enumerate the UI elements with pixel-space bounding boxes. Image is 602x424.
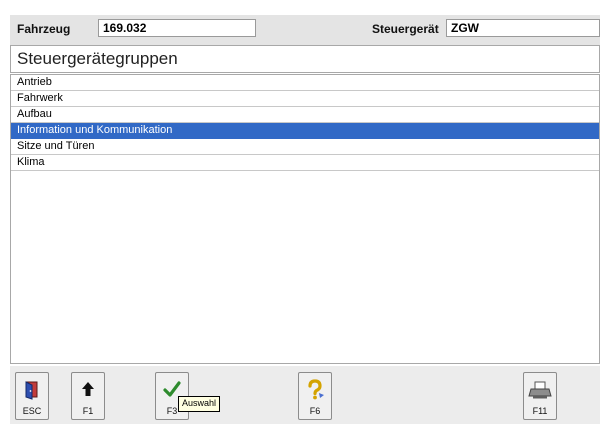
list-item-antrieb[interactable]: Antrieb	[11, 75, 599, 91]
control-unit-field: ZGW	[446, 19, 600, 37]
printer-icon	[528, 381, 552, 399]
panel-title: Steuergerätegruppen	[10, 45, 600, 73]
help-question-icon	[308, 379, 324, 400]
esc-button[interactable]: ESC	[15, 372, 49, 420]
vehicle-field: 169.032	[98, 19, 256, 37]
esc-key-label: ESC	[22, 406, 42, 416]
f6-button[interactable]: F6	[298, 372, 332, 420]
f11-button[interactable]: F11	[523, 372, 557, 420]
arrow-up-icon	[82, 382, 94, 396]
list-item-fahrwerk[interactable]: Fahrwerk	[11, 91, 599, 107]
list-item-klima[interactable]: Klima	[11, 155, 599, 171]
list-item-aufbau[interactable]: Aufbau	[11, 107, 599, 123]
f6-key-label: F6	[309, 406, 321, 416]
f11-key-label: F11	[532, 406, 548, 416]
f1-button[interactable]: F1	[71, 372, 105, 420]
control-unit-label: Steuergerät	[372, 22, 439, 36]
control-unit-group-list[interactable]: Antrieb Fahrwerk Aufbau Information und …	[10, 74, 600, 364]
vehicle-label: Fahrzeug	[17, 22, 71, 36]
selection-tooltip: Auswahl	[178, 396, 221, 412]
f1-key-label: F1	[82, 406, 94, 416]
exit-door-icon	[25, 381, 38, 400]
list-item-sitze-tueren[interactable]: Sitze und Türen	[11, 139, 599, 155]
list-item-information-kommunikation[interactable]: Information und Kommunikation	[11, 123, 599, 139]
